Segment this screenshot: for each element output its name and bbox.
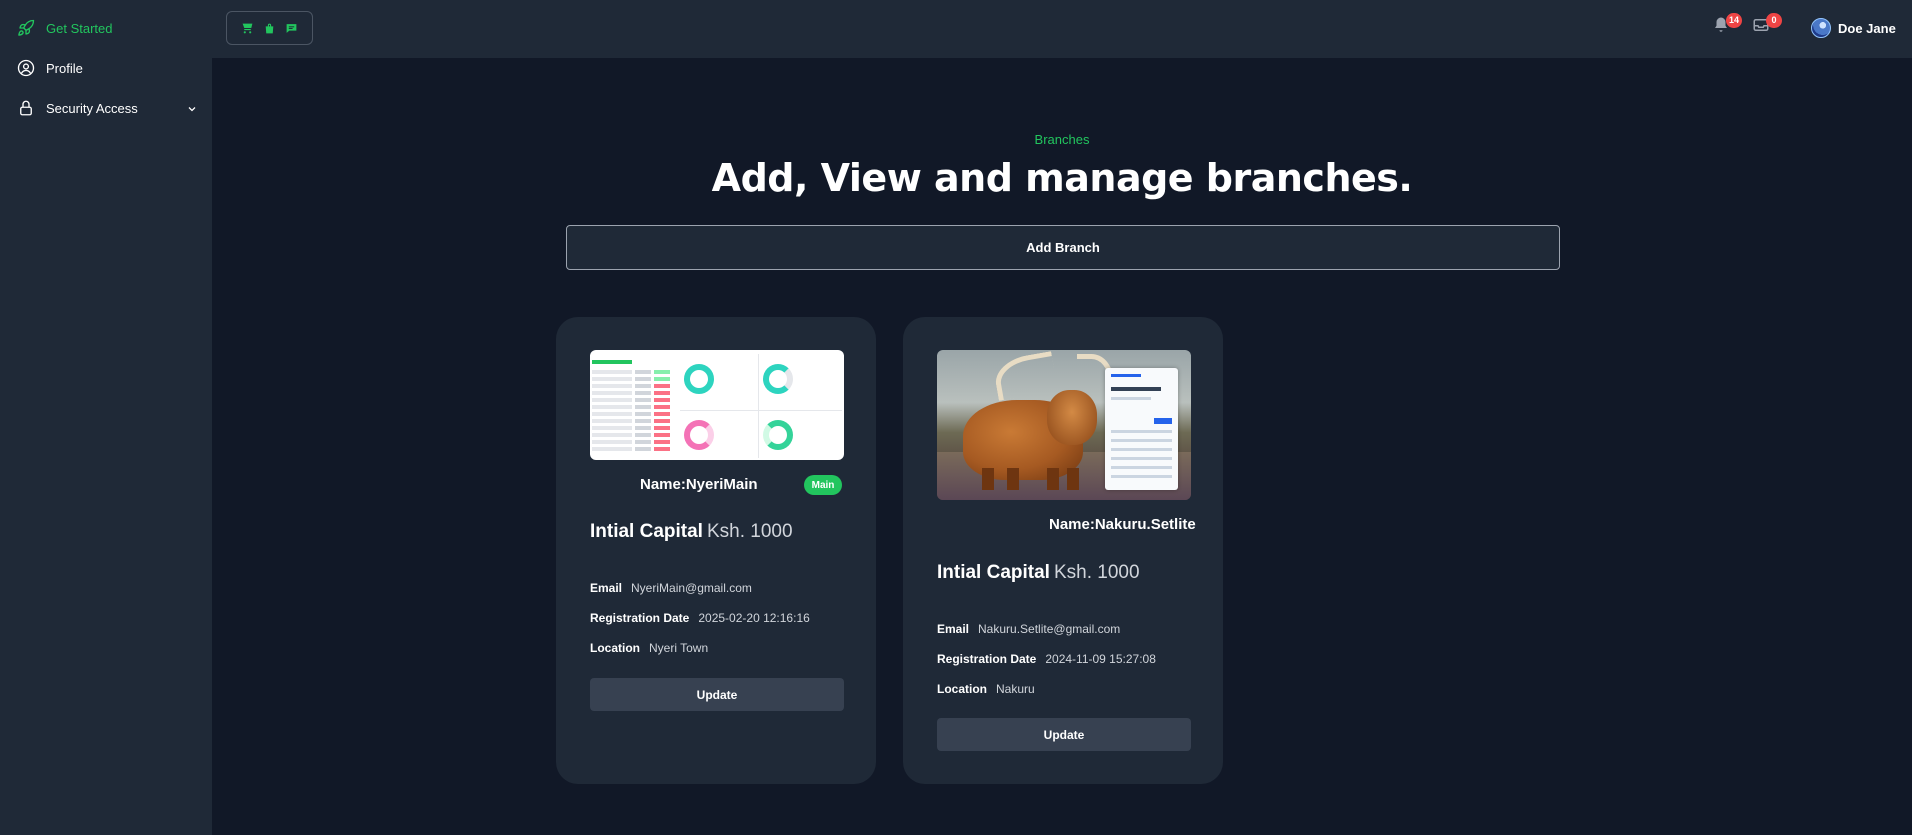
branch-card: Name:Nakuru.Setlite Intial Capital Ksh. 1…: [903, 317, 1223, 784]
capital-label: Intial Capital: [937, 562, 1050, 583]
registration-date-label: Registration Date: [590, 611, 690, 625]
add-branch-button[interactable]: Add Branch: [566, 225, 1560, 270]
sidebar-item-label: Security Access: [46, 100, 138, 116]
email-label: Email: [937, 622, 970, 636]
registration-date-row: Registration Date 2024-11-09 15:27:08: [937, 652, 1156, 666]
location-row: Location Nyeri Town: [590, 641, 708, 655]
branch-name: Name:NyeriMain: [640, 476, 758, 493]
email-label: Email: [590, 581, 623, 595]
sidebar-item-label: Get Started: [46, 20, 113, 36]
user-menu[interactable]: Doe Jane: [1811, 16, 1896, 40]
lock-icon: [16, 98, 36, 118]
update-button[interactable]: Update: [937, 718, 1191, 751]
location-value: Nyeri Town: [649, 641, 709, 655]
branch-image: [590, 350, 844, 460]
capital-value: Ksh. 1000: [706, 521, 793, 542]
main-badge: Main: [804, 475, 842, 495]
email-row: Email NyeriMain@gmail.com: [590, 581, 752, 595]
rocket-icon: [16, 18, 36, 38]
capital-value: Ksh. 1000: [1053, 562, 1140, 583]
location-label: Location: [590, 641, 640, 655]
update-button[interactable]: Update: [590, 678, 844, 711]
page-title: Add, View and manage branches.: [711, 156, 1413, 200]
location-row: Location Nakuru: [937, 682, 1035, 696]
branch-image: [937, 350, 1191, 500]
chat-icon[interactable]: [284, 20, 300, 36]
sidebar-item-label: Profile: [46, 60, 83, 76]
sidebar-item-get-started[interactable]: Get Started: [16, 16, 112, 40]
registration-date-row: Registration Date 2025-02-20 12:16:16: [590, 611, 810, 625]
sidebar-item-profile[interactable]: Profile: [16, 56, 83, 80]
location-value: Nakuru: [996, 682, 1035, 696]
user-circle-icon: [16, 58, 36, 78]
app-root: Get Started Profile Security Access 14 0…: [0, 0, 1912, 835]
initial-capital: Intial Capital Ksh. 1000: [590, 521, 793, 543]
chevron-down-icon[interactable]: [186, 102, 198, 114]
store-icon[interactable]: [239, 20, 255, 36]
sidebar-item-security-access[interactable]: Security Access: [16, 96, 138, 120]
avatar: [1811, 18, 1831, 38]
notifications-badge: 14: [1725, 13, 1742, 28]
location-label: Location: [937, 682, 987, 696]
registration-date-label: Registration Date: [937, 652, 1037, 666]
messages-badge: 0: [1766, 13, 1782, 28]
email-row: Email Nakuru.Setlite@gmail.com: [937, 622, 1120, 636]
capital-label: Intial Capital: [590, 521, 703, 542]
branch-card: Name:NyeriMain Main Intial Capital Ksh. 1…: [556, 317, 876, 784]
bag-icon[interactable]: [262, 20, 278, 36]
branch-name: Name:Nakuru.Setlite: [1049, 516, 1196, 533]
registration-date-value: 2024-11-09 15:27:08: [1045, 652, 1156, 666]
section-label: Branches: [1034, 132, 1090, 147]
initial-capital: Intial Capital Ksh. 1000: [937, 562, 1140, 584]
topbar: 14 0 Doe Jane: [212, 0, 1912, 58]
email-value: NyeriMain@gmail.com: [631, 581, 752, 595]
registration-date-value: 2025-02-20 12:16:16: [698, 611, 810, 625]
messages-button[interactable]: 0: [1752, 13, 1782, 38]
quick-actions-group: [226, 11, 313, 45]
user-name: Doe Jane: [1838, 20, 1896, 36]
notifications-button[interactable]: 14: [1712, 13, 1742, 38]
sidebar: Get Started Profile Security Access: [0, 0, 212, 835]
email-value: Nakuru.Setlite@gmail.com: [978, 622, 1121, 636]
